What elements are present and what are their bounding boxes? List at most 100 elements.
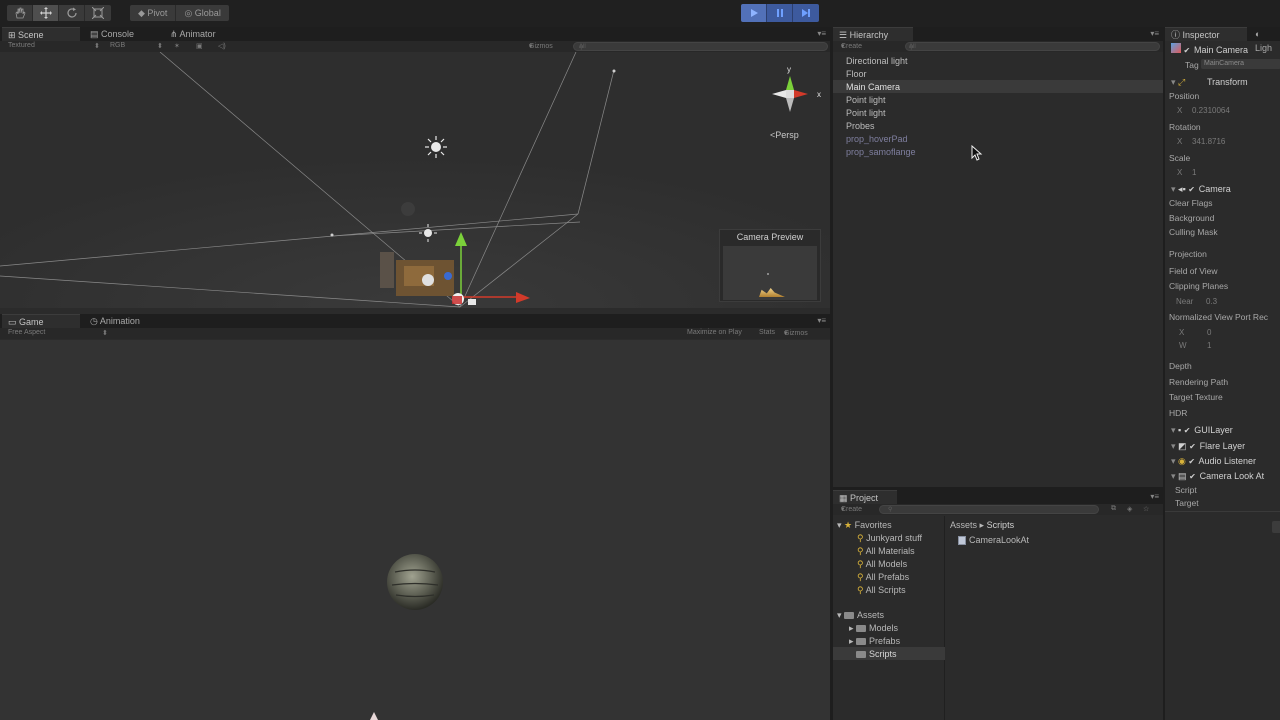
add-component-button[interactable] [1272, 521, 1280, 533]
breadcrumb-assets[interactable]: Assets [950, 520, 977, 530]
pivot-button[interactable]: ◆ Pivot [130, 5, 177, 21]
color-mode-dropdown[interactable]: RGB [110, 42, 125, 49]
rotate-tool-button[interactable] [59, 5, 85, 21]
hierarchy-search-input[interactable]: ⚲ All [905, 42, 1160, 51]
flare-layer-component-header[interactable]: ▾ ◩ ✔ Flare Layer [1165, 441, 1280, 455]
active-checkbox[interactable]: ✔ [1184, 47, 1192, 55]
gizmos-dropdown[interactable]: Gizmos ▾ [784, 329, 808, 337]
favorite-item-all-prefabs[interactable]: ⚲ All Prefabs [857, 572, 909, 583]
asset-file-cameralookat[interactable]: CameraLookAt [958, 535, 1029, 546]
camera-enabled-checkbox[interactable]: ✔ [1188, 186, 1196, 194]
hierarchy-item-probes[interactable]: Probes [846, 121, 875, 131]
scene-search-input[interactable]: ⚲ All [573, 42, 828, 51]
panel-menu-icon[interactable]: ▾≡ [1150, 29, 1159, 38]
tab-inspector[interactable]: ⓘ Inspector [1165, 27, 1247, 41]
object-name-field[interactable]: Main Camera [1194, 45, 1248, 55]
assets-folder[interactable]: ▾ Assets [837, 610, 884, 621]
script-label: Script [1175, 485, 1197, 495]
tab-console[interactable]: ▤ Console [84, 27, 140, 41]
lookat-enabled-checkbox[interactable]: ✔ [1189, 473, 1197, 481]
tab-lighting[interactable]: ◐ Ligh [1249, 27, 1280, 53]
directional-light-gizmo-icon[interactable] [425, 136, 447, 158]
play-button[interactable] [741, 4, 767, 22]
filter-label-icon[interactable]: ◈ [1127, 505, 1132, 513]
hierarchy-item-main-camera[interactable]: Main Camera [846, 82, 900, 92]
step-button[interactable] [793, 4, 819, 22]
transform-header[interactable]: ▾ ⤢ Transform [1165, 77, 1280, 91]
hierarchy-item-floor[interactable]: Floor [846, 69, 867, 79]
camera-component-header[interactable]: ▾ ◂▪ ✔ Camera [1165, 184, 1280, 198]
pause-button[interactable] [767, 4, 793, 22]
favorites-header[interactable]: ▾ ★ Favorites [837, 520, 892, 531]
scale-tool-button[interactable] [85, 5, 111, 21]
camera-look-at-component-header[interactable]: ▾ ▤ ✔ Camera Look At [1165, 471, 1280, 485]
hand-tool-button[interactable] [7, 5, 33, 21]
favorite-star-icon[interactable]: ☆ [1143, 505, 1149, 513]
tag-dropdown[interactable]: MainCamera [1201, 59, 1280, 69]
guilayer-enabled-checkbox[interactable]: ✔ [1184, 427, 1192, 435]
hierarchy-item-prop-samoflange[interactable]: prop_samoflange [846, 147, 916, 157]
gizmos-dropdown[interactable]: Gizmos ▾ [529, 42, 553, 50]
tab-game[interactable]: ▭ Game [2, 314, 80, 328]
viewport-x-label: X [1179, 328, 1185, 337]
assets-folder-prefabs[interactable]: ▸ Prefabs [849, 636, 900, 647]
tab-scene[interactable]: ⊞ Scene [2, 27, 80, 41]
scene-viewport[interactable]: y x <Persp Camera Preview [0, 52, 830, 308]
scale-x-label: X [1177, 168, 1183, 177]
panel-menu-icon[interactable]: ▾≡ [817, 29, 826, 38]
audio-toggle-icon[interactable]: ◁) [218, 42, 226, 50]
panel-menu-icon[interactable]: ▾≡ [1150, 492, 1159, 501]
folder-icon [856, 625, 867, 633]
game-viewport[interactable] [0, 340, 830, 720]
flare-enabled-checkbox[interactable]: ✔ [1189, 443, 1197, 451]
rotation-x-field[interactable]: 341.8716 [1192, 137, 1225, 146]
global-button[interactable]: ◎ Global [176, 5, 228, 21]
project-breadcrumb: Assets ▸ Scripts [950, 520, 1014, 531]
move-tool-button[interactable] [33, 5, 59, 21]
stats-toggle[interactable]: Stats [759, 329, 775, 336]
star-icon: ★ [844, 520, 853, 530]
favorite-item-all-scripts[interactable]: ⚲ All Scripts [857, 585, 906, 596]
maximize-on-play-toggle[interactable]: Maximize on Play [687, 329, 742, 336]
favorite-item-all-materials[interactable]: ⚲ All Materials [857, 546, 915, 557]
near-label: Near [1176, 297, 1194, 306]
render-mode-dropdown[interactable]: Textured [8, 42, 35, 49]
guilayer-component-header[interactable]: ▾ ▪ ✔ GUILayer [1165, 425, 1280, 439]
viewport-x-field[interactable]: 0 [1207, 328, 1211, 337]
viewport-rect-label: Normalized View Port Rec [1169, 312, 1269, 322]
filter-type-icon[interactable]: ⧉ [1111, 505, 1116, 513]
aspect-dropdown[interactable]: Free Aspect [8, 329, 45, 336]
play-controls [741, 4, 819, 22]
game-render [370, 554, 443, 720]
assets-folder-models[interactable]: ▸ Models [849, 623, 898, 634]
tab-hierarchy[interactable]: ☰ Hierarchy [833, 27, 913, 41]
tab-animator[interactable]: ⋔ Animator [164, 27, 222, 41]
persp-label[interactable]: <Persp [770, 130, 799, 140]
viewport-w-field[interactable]: 1 [1207, 341, 1211, 350]
favorite-item-all-models[interactable]: ⚲ All Models [857, 559, 907, 570]
search-icon: ⚲ [888, 507, 893, 513]
hierarchy-item-point-light-2[interactable]: Point light [846, 108, 886, 118]
favorite-item-junkyard[interactable]: ⚲ Junkyard stuff [857, 533, 922, 544]
hierarchy-item-directional-light[interactable]: Directional light [846, 56, 908, 66]
lighting-toggle-icon[interactable]: ✶ [174, 42, 180, 50]
hierarchy-create-dropdown[interactable]: Create ▾ [841, 42, 862, 50]
breadcrumb-scripts[interactable]: Scripts [987, 520, 1015, 530]
panel-menu-icon[interactable]: ▾≡ [817, 316, 826, 325]
play-icon [750, 9, 758, 17]
project-search-input[interactable]: ⚲ [879, 505, 1099, 514]
folder-icon [856, 638, 867, 646]
assets-folder-scripts[interactable]: ▸ Scripts [849, 649, 897, 660]
image-toggle-icon[interactable]: ▣ [196, 42, 203, 50]
animator-icon: ⋔ [170, 29, 180, 39]
tab-project[interactable]: ▦ Project [833, 490, 897, 504]
project-create-dropdown[interactable]: Create ▾ [841, 505, 862, 513]
position-x-field[interactable]: 0.2310064 [1192, 106, 1230, 115]
hierarchy-item-prop-hoverpad[interactable]: prop_hoverPad [846, 134, 908, 144]
audio-enabled-checkbox[interactable]: ✔ [1188, 458, 1196, 466]
audio-listener-component-header[interactable]: ▾ ◉ ✔ Audio Listener [1165, 456, 1280, 470]
tab-animation[interactable]: ◷ Animation [84, 314, 146, 328]
scale-x-field[interactable]: 1 [1192, 168, 1196, 177]
hierarchy-item-point-light[interactable]: Point light [846, 95, 886, 105]
near-field[interactable]: 0.3 [1206, 297, 1217, 306]
